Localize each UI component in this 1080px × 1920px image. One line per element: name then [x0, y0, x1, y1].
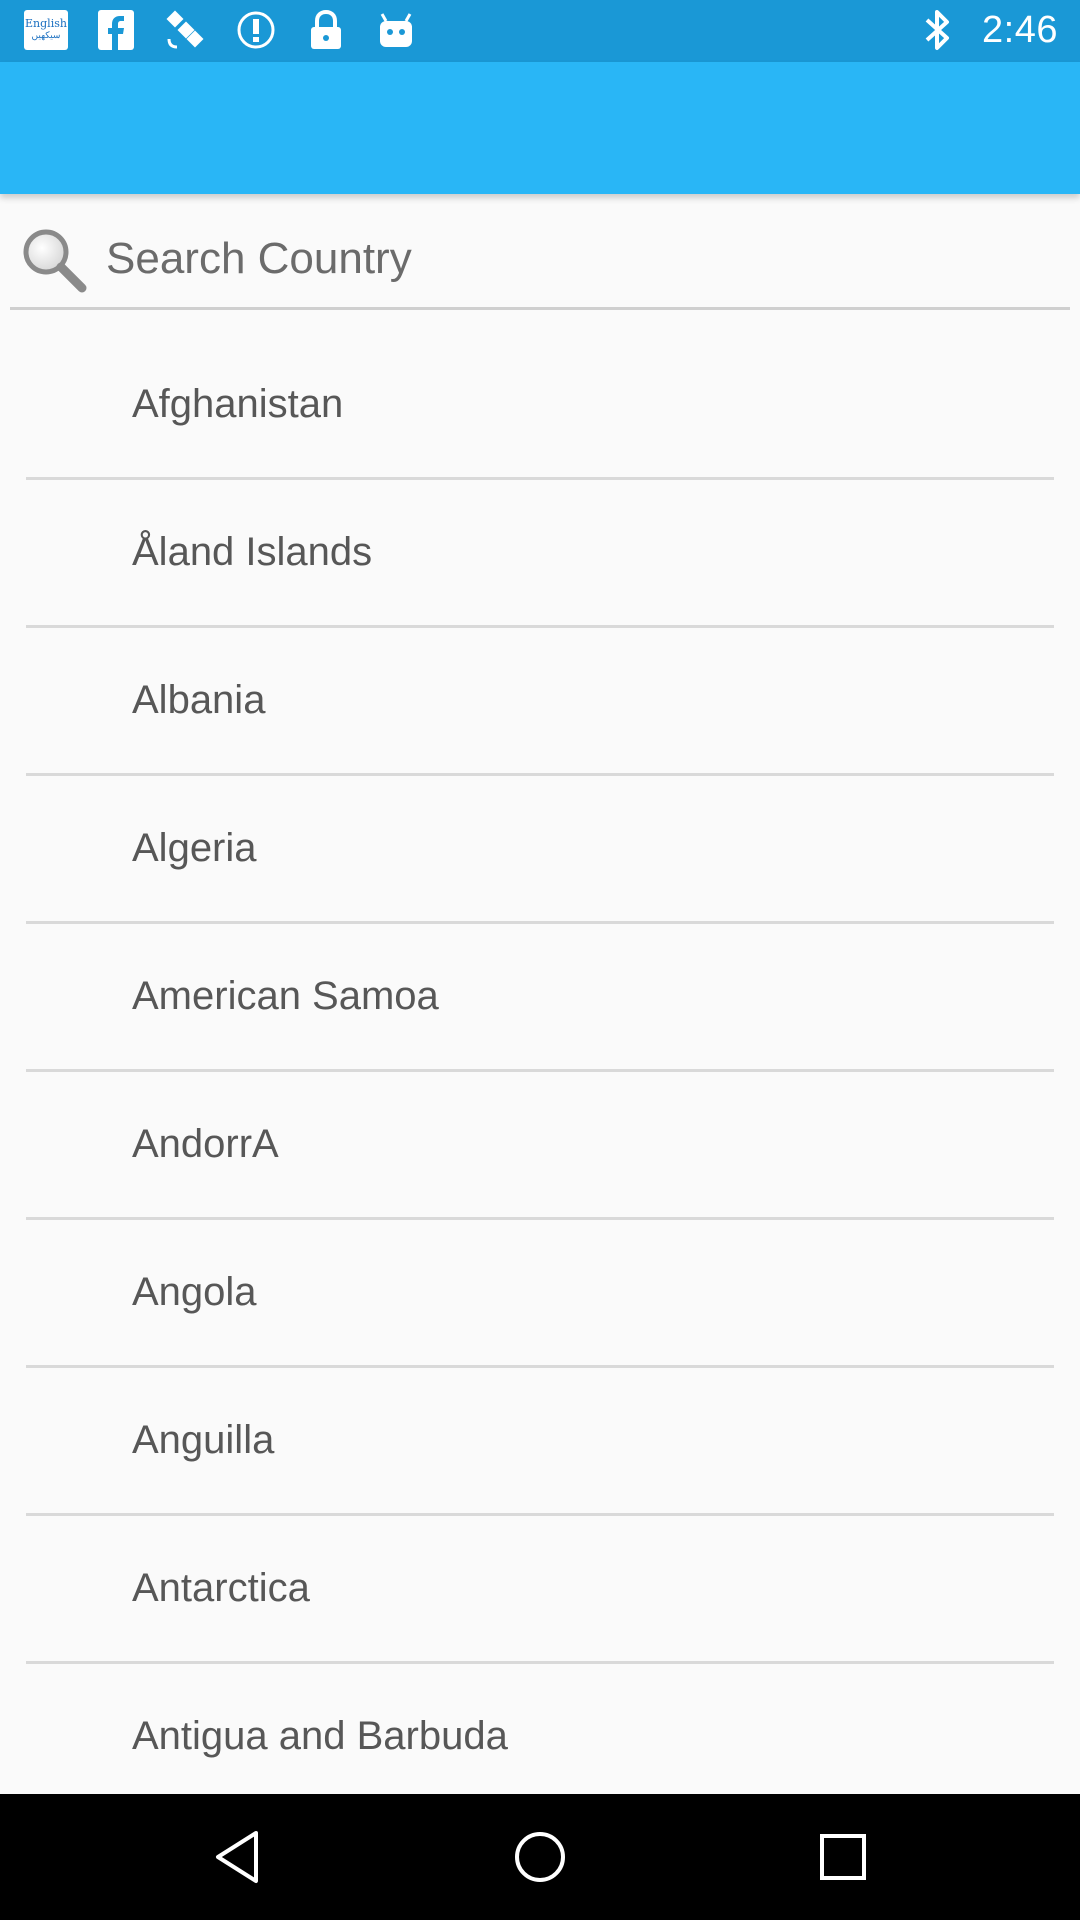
country-name: Antarctica	[132, 1566, 310, 1610]
language-badge-bottom: سیکھیں	[31, 31, 61, 41]
android-icon	[374, 8, 418, 52]
country-item-antigua-and-barbuda[interactable]: Antigua and Barbuda	[0, 1664, 1080, 1812]
search-icon	[20, 226, 88, 294]
status-left-icons: English سیکھیں	[24, 8, 418, 52]
country-name: Angola	[132, 1270, 257, 1314]
country-item-algeria[interactable]: Algeria	[0, 776, 1080, 924]
facebook-icon	[94, 8, 138, 52]
lock-icon	[304, 8, 348, 52]
language-badge-top: English	[25, 17, 67, 30]
country-item-afghanistan[interactable]: Afghanistan	[0, 332, 1080, 480]
status-clock: 2:46	[982, 8, 1058, 51]
alert-circle-icon	[234, 8, 278, 52]
country-list: Afghanistan Åland Islands Albania Algeri…	[0, 332, 1080, 1812]
status-right-icons: 2:46	[916, 8, 1058, 52]
app-bar	[0, 62, 1080, 194]
country-item-american-samoa[interactable]: American Samoa	[0, 924, 1080, 1072]
back-icon[interactable]	[202, 1822, 272, 1892]
country-name: Åland Islands	[132, 530, 373, 574]
navigation-bar	[0, 1794, 1080, 1920]
country-name: Antigua and Barbuda	[132, 1714, 508, 1758]
country-item-aland-islands[interactable]: Åland Islands	[0, 480, 1080, 628]
country-name: Afghanistan	[132, 382, 344, 426]
recents-icon[interactable]	[808, 1822, 878, 1892]
country-item-andorra[interactable]: AndorrA	[0, 1072, 1080, 1220]
language-badge-icon: English سیکھیں	[24, 10, 68, 50]
country-name: Anguilla	[132, 1418, 275, 1462]
country-item-angola[interactable]: Angola	[0, 1220, 1080, 1368]
country-picker-screen: English سیکھیں 2:46 Search Country Afgha…	[0, 0, 1080, 1920]
search-country-input[interactable]	[106, 226, 1046, 292]
country-name: American Samoa	[132, 974, 439, 1018]
country-item-anguilla[interactable]: Anguilla	[0, 1368, 1080, 1516]
country-name: Algeria	[132, 826, 257, 870]
bluetooth-icon	[916, 8, 960, 52]
country-item-antarctica[interactable]: Antarctica	[0, 1516, 1080, 1664]
search-bar	[10, 212, 1070, 310]
country-name: AndorrA	[132, 1122, 279, 1166]
satellite-icon	[164, 8, 208, 52]
home-icon[interactable]	[505, 1822, 575, 1892]
country-item-albania[interactable]: Albania	[0, 628, 1080, 776]
status-bar: English سیکھیں 2:46	[0, 0, 1080, 62]
country-name: Albania	[132, 678, 266, 722]
